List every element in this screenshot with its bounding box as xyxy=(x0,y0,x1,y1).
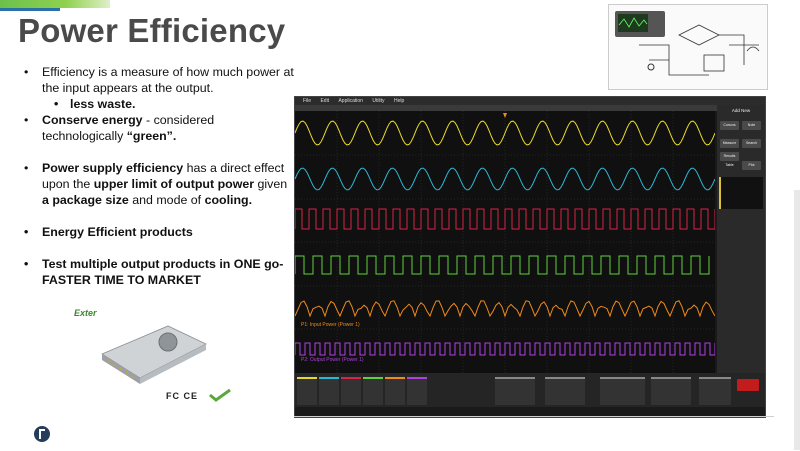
menu-file[interactable]: File xyxy=(303,97,311,105)
input-power-label: P1: Input Power (Power 1) xyxy=(301,322,360,328)
bullet-text: given xyxy=(254,177,288,191)
add-new-title: Add New xyxy=(731,108,751,113)
waveform-grid: P1: Input Power (Power 1) P2: Output Pow… xyxy=(294,111,716,373)
accent-bar-blue xyxy=(0,8,60,11)
trigger-badge[interactable] xyxy=(651,377,691,405)
bullet-efficiency: Efficiency is a measure of how much powe… xyxy=(22,64,297,96)
menu-utility[interactable]: Utility xyxy=(372,97,384,105)
bullet-text: and mode of xyxy=(128,193,205,207)
certification-marks: FC CE xyxy=(166,391,198,401)
exter-logo: Exter xyxy=(74,308,97,318)
note-button[interactable]: Note xyxy=(742,121,761,130)
results-table-button[interactable]: Results Table xyxy=(720,152,739,167)
scope-right-panel: Add New Cursors Note Measure Search Result… xyxy=(717,105,765,373)
bullet-conserve: Conserve energy - considered technologic… xyxy=(22,112,297,144)
bullet-bold: upper limit of output power xyxy=(93,177,255,191)
horizontal-badge[interactable] xyxy=(600,377,645,405)
channel-badge[interactable] xyxy=(319,377,339,405)
edge-strip xyxy=(794,190,800,450)
power-supply-image xyxy=(101,325,207,384)
bullet-bold: a package size xyxy=(42,193,129,207)
bullet-test-multiple: Test multiple output products in ONE go-… xyxy=(22,256,297,288)
scope-status-bar xyxy=(295,373,765,407)
circuit-diagram-image xyxy=(615,11,760,76)
channel-badge[interactable] xyxy=(297,377,317,405)
channel-badge[interactable] xyxy=(385,377,405,405)
bullet-energy-efficient: Energy Efficient products xyxy=(22,224,297,240)
waveform-svg: P1: Input Power (Power 1) P2: Output Pow… xyxy=(294,111,716,373)
cursors-button[interactable]: Cursors xyxy=(720,121,739,130)
math-buttons[interactable] xyxy=(495,377,535,405)
ch4-waveform xyxy=(294,255,710,275)
scope-menubar: File Edit Application Utility Help xyxy=(295,97,765,105)
bullet-bold: “green”. xyxy=(126,129,177,143)
menu-edit[interactable]: Edit xyxy=(320,97,329,105)
oscilloscope-screenshot: File Edit Application Utility Help P1: I… xyxy=(294,96,766,418)
channel-badge[interactable] xyxy=(407,377,427,405)
bullet-bold: Conserve energy xyxy=(42,113,143,127)
bullet-supply-efficiency: Power supply efficiency has a direct eff… xyxy=(22,160,297,208)
search-button[interactable]: Search xyxy=(742,139,761,148)
acquisition-badge[interactable] xyxy=(699,377,731,405)
channel-badge[interactable] xyxy=(363,377,383,405)
menu-help[interactable]: Help xyxy=(394,97,404,105)
bullet-bold: Power supply efficiency xyxy=(42,161,184,175)
checkmark-cert-icon xyxy=(209,388,231,402)
measurement-badge[interactable] xyxy=(719,177,763,209)
bullet-bold: cooling. xyxy=(204,193,253,207)
bullet-list: Efficiency is a measure of how much powe… xyxy=(22,64,297,288)
accent-bar xyxy=(0,0,110,8)
company-logo-icon xyxy=(34,426,50,442)
stop-button[interactable] xyxy=(737,379,759,391)
ref-buttons[interactable] xyxy=(545,377,585,405)
divider-line xyxy=(294,416,774,417)
output-power-label: P2: Output Power (Power 1) xyxy=(301,357,364,363)
ch3-waveform xyxy=(294,208,716,230)
measure-button[interactable]: Measure xyxy=(720,139,739,148)
output-power-waveform xyxy=(294,342,716,356)
slide-title: Power Efficiency xyxy=(18,12,286,49)
circuit-thumbnail xyxy=(608,4,768,90)
sub-bullet-less-waste: less waste. xyxy=(22,96,297,112)
bullet-text: Efficiency is a measure of how much powe… xyxy=(42,65,294,95)
trigger-marker-icon xyxy=(503,113,507,118)
menu-application[interactable]: Application xyxy=(338,97,362,105)
plot-button[interactable]: Plot xyxy=(742,161,761,170)
channel-badge[interactable] xyxy=(341,377,361,405)
